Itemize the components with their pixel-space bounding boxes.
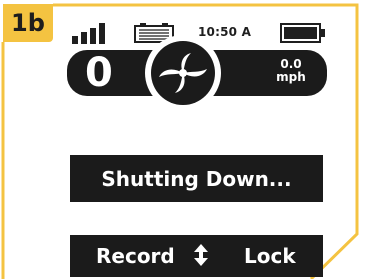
speed-readout: 0.0 mph	[267, 58, 315, 84]
battery-icon	[280, 23, 325, 43]
lock-button[interactable]: Lock	[244, 244, 296, 268]
bottom-bar: Record Lock	[70, 235, 323, 277]
up-down-arrow-icon	[194, 244, 208, 266]
speed-unit: mph	[276, 70, 306, 84]
fan-mode-icon	[145, 35, 221, 111]
count-readout: 0	[85, 50, 113, 96]
step-badge: 1b	[3, 4, 53, 42]
record-button[interactable]: Record	[96, 244, 175, 268]
status-message: Shutting Down...	[70, 155, 323, 202]
signal-bars-icon	[72, 22, 112, 44]
